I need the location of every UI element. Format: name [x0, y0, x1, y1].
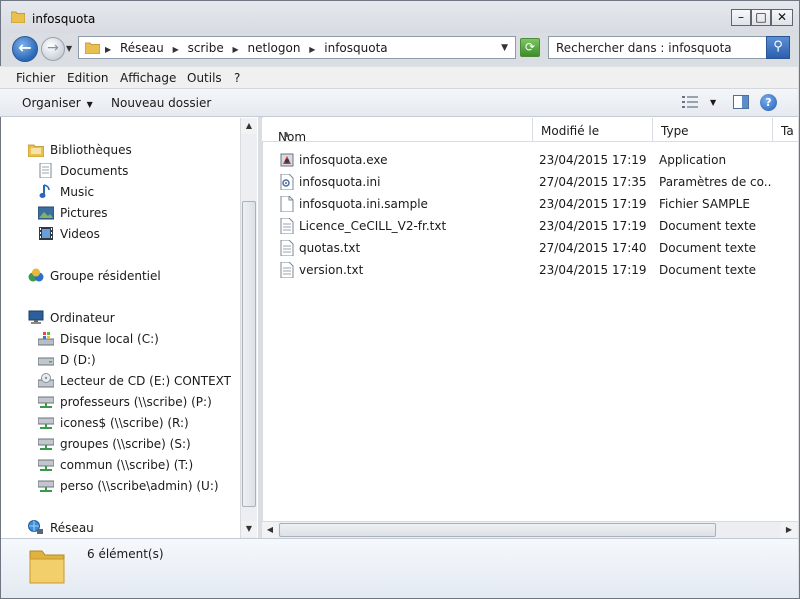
- computer-icon: [28, 310, 44, 324]
- column-header-modified[interactable]: Modifié le: [533, 118, 653, 142]
- back-button[interactable]: ←: [12, 36, 38, 62]
- refresh-button[interactable]: ⟳: [520, 38, 540, 57]
- navigation-pane: [1, 117, 258, 538]
- preview-pane-icon[interactable]: [733, 95, 749, 109]
- minimize-button[interactable]: –: [731, 9, 751, 26]
- chevron-right-icon[interactable]: ▶: [233, 45, 239, 54]
- window-title: infosquota: [32, 12, 96, 26]
- search-icon: ⚲: [773, 39, 783, 54]
- menu-edition[interactable]: Edition: [67, 71, 109, 85]
- chevron-down-icon: ▼: [86, 100, 93, 109]
- title-bar[interactable]: infosquota: [1, 1, 799, 33]
- table-row[interactable]: infosquota.ini 27/04/2015 17:35 Paramètr…: [262, 171, 782, 193]
- chevron-right-icon[interactable]: ▶: [173, 45, 179, 54]
- help-icon[interactable]: ?: [760, 94, 777, 111]
- column-header-size[interactable]: Ta: [773, 118, 798, 142]
- organize-button[interactable]: Organiser ▼: [22, 96, 93, 110]
- search-input[interactable]: Rechercher dans : infosquota ⚲: [548, 36, 790, 59]
- maximize-button[interactable]: □: [751, 9, 771, 26]
- scroll-right-icon[interactable]: ▶: [781, 522, 797, 538]
- video-icon: [39, 227, 53, 240]
- scroll-down-icon[interactable]: ▼: [241, 521, 257, 537]
- exe-icon: [280, 153, 294, 167]
- menu-fichier[interactable]: Fichier: [16, 71, 55, 85]
- refresh-icon: ⟳: [524, 40, 536, 54]
- table-row[interactable]: Licence_CeCILL_V2-fr.txt 23/04/2015 17:1…: [262, 215, 782, 237]
- search-placeholder: Rechercher dans : infosquota: [556, 41, 732, 55]
- search-button[interactable]: ⚲: [766, 36, 790, 59]
- network-icon: [28, 520, 43, 534]
- item-count: 6 élément(s): [87, 547, 164, 561]
- file-icon: [280, 196, 294, 212]
- menu-bar: Fichier Edition Affichage Outils ?: [0, 66, 798, 88]
- pictures-icon: [38, 206, 54, 220]
- forward-button[interactable]: →: [41, 37, 65, 61]
- horizontal-scrollbar[interactable]: ◀ ▶: [262, 521, 798, 538]
- table-row[interactable]: version.txt 23/04/2015 17:19 Document te…: [262, 259, 782, 281]
- column-header-name[interactable]: Nom ▲: [262, 118, 533, 144]
- text-file-icon: [280, 262, 294, 278]
- scroll-left-icon[interactable]: ◀: [262, 522, 278, 538]
- menu-outils[interactable]: Outils: [187, 71, 222, 85]
- music-icon: [39, 184, 50, 198]
- close-button[interactable]: ✕: [771, 9, 793, 26]
- breadcrumb-item-netlogon[interactable]: netlogon: [248, 41, 301, 55]
- document-icon: [39, 163, 52, 178]
- homegroup-icon: [28, 268, 44, 282]
- cd-drive-icon: [38, 373, 54, 388]
- view-options-icon[interactable]: [682, 96, 698, 108]
- arrow-left-icon: ←: [18, 38, 32, 57]
- menu-help[interactable]: ?: [234, 71, 240, 85]
- chevron-right-icon[interactable]: ▶: [105, 45, 111, 54]
- network-drive-icon: [38, 438, 54, 450]
- libraries-icon: [28, 144, 44, 157]
- nav-scroll-thumb[interactable]: [242, 201, 256, 507]
- scroll-up-icon[interactable]: ▲: [241, 118, 257, 134]
- folder-icon: [29, 550, 65, 584]
- chevron-down-icon[interactable]: ▼: [710, 98, 716, 107]
- breadcrumb-item-infosquota[interactable]: infosquota: [324, 41, 387, 55]
- hard-drive-icon: [38, 357, 54, 366]
- breadcrumb-item-reseau[interactable]: Réseau: [120, 41, 164, 55]
- organize-label: Organiser: [22, 96, 81, 110]
- sort-ascending-icon: ▲: [284, 130, 290, 138]
- folder-icon: [11, 11, 25, 23]
- new-folder-button[interactable]: Nouveau dossier: [111, 96, 211, 110]
- text-file-icon: [280, 240, 294, 256]
- windows-drive-icon: [38, 332, 54, 346]
- table-row[interactable]: quotas.txt 27/04/2015 17:40 Document tex…: [262, 237, 782, 259]
- folder-icon: [85, 42, 100, 54]
- network-drive-icon: [38, 459, 54, 471]
- breadcrumb: ▶ Réseau ▶ scribe ▶ netlogon ▶ infosquot…: [105, 41, 393, 55]
- horizontal-scroll-thumb[interactable]: [279, 523, 716, 537]
- nav-scrollbar[interactable]: ▲ ▼: [240, 118, 257, 538]
- network-drive-icon: [38, 396, 54, 408]
- menu-affichage[interactable]: Affichage: [120, 71, 176, 85]
- table-row[interactable]: infosquota.exe 23/04/2015 17:19 Applicat…: [262, 149, 782, 171]
- text-file-icon: [280, 218, 294, 234]
- chevron-down-icon[interactable]: ▼: [501, 43, 508, 53]
- command-bar: Organiser ▼ Nouveau dossier: [0, 88, 798, 117]
- breadcrumb-item-scribe[interactable]: scribe: [188, 41, 224, 55]
- arrow-right-icon: →: [47, 40, 59, 56]
- address-bar[interactable]: ▶ Réseau ▶ scribe ▶ netlogon ▶ infosquot…: [78, 36, 516, 59]
- history-dropdown-icon[interactable]: ▼: [66, 44, 72, 53]
- column-headers: Nom ▲ Modifié le Type Ta: [262, 118, 798, 144]
- network-drive-icon: [38, 480, 54, 492]
- table-row[interactable]: infosquota.ini.sample 23/04/2015 17:19 F…: [262, 193, 782, 215]
- network-drive-icon: [38, 417, 54, 429]
- ini-icon: [280, 174, 294, 190]
- column-header-type[interactable]: Type: [653, 118, 773, 142]
- chevron-right-icon[interactable]: ▶: [309, 45, 315, 54]
